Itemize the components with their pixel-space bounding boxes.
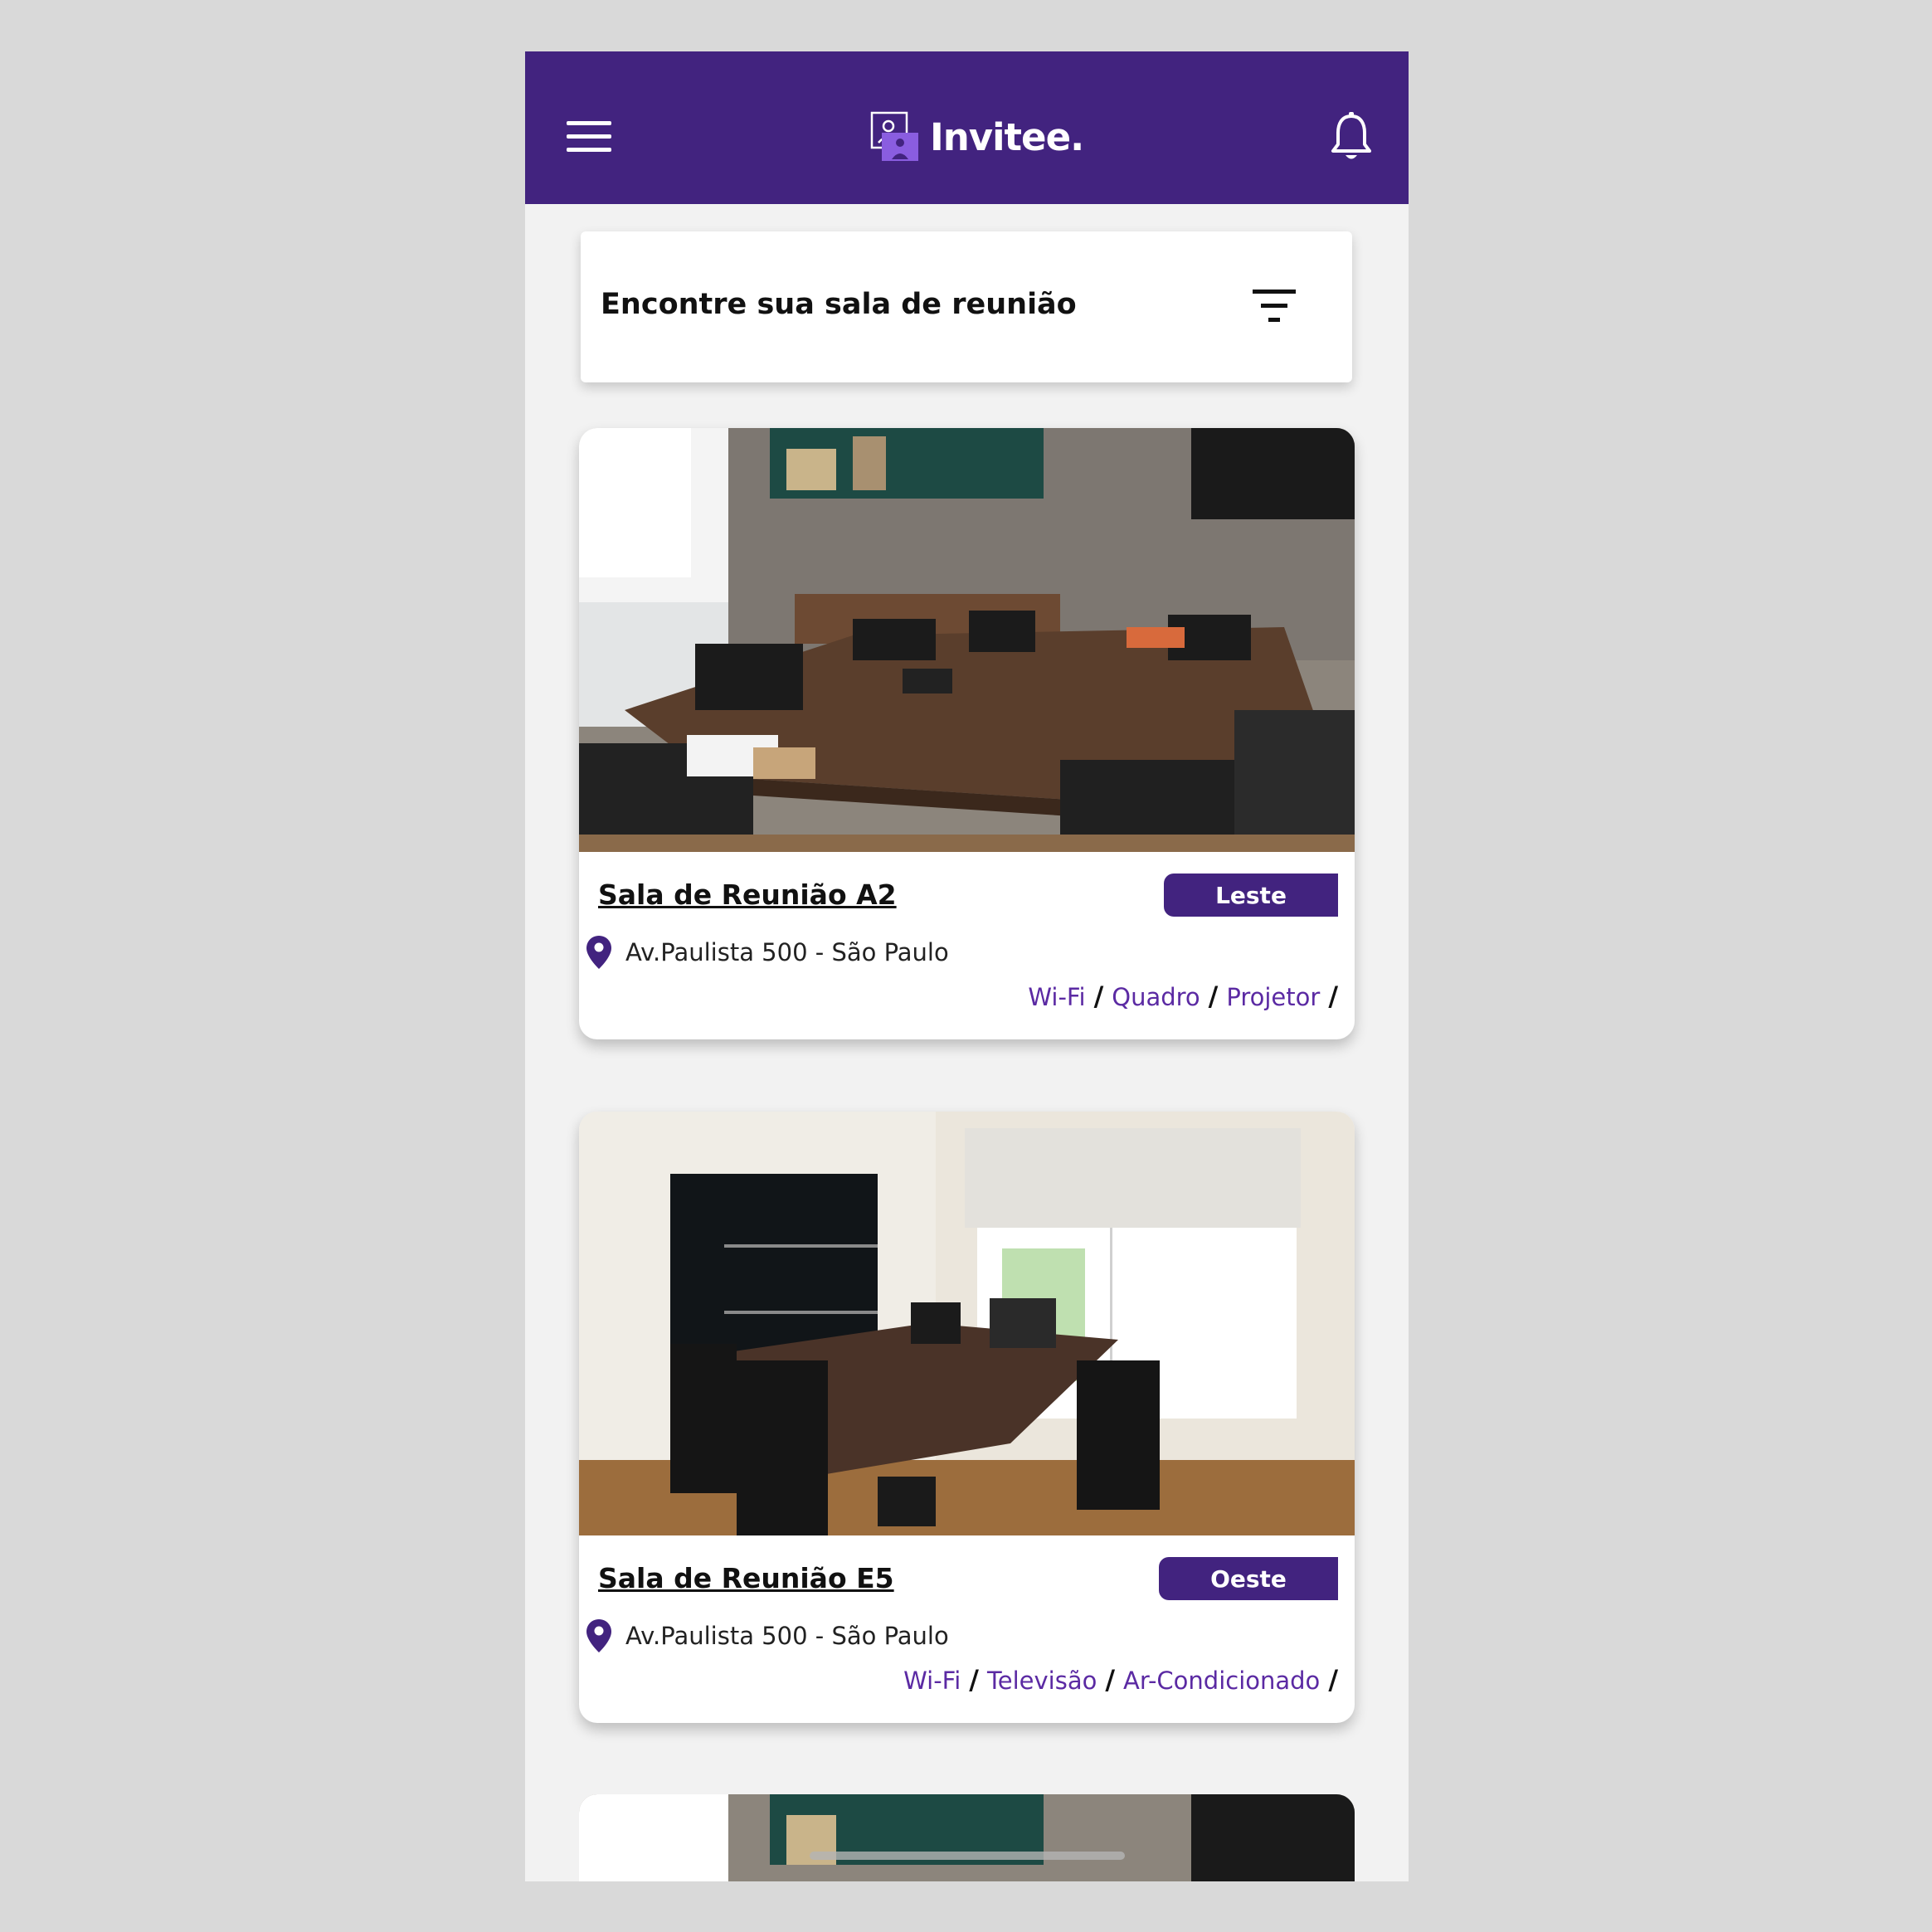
app-logo: Invitee. [870, 109, 1084, 164]
room-card[interactable]: Sala de Reunião A2 Leste Av.Paulista 500… [579, 428, 1355, 1039]
amenity-separator: / [1105, 1664, 1116, 1696]
amenity-separator: / [1328, 981, 1338, 1012]
amenities-list: Wi-Fi / Televisão / Ar-Condicionado / [903, 1664, 1346, 1696]
app-screen: Invitee. Encontre sua sala de reunião Sa… [525, 51, 1409, 1881]
amenity-ar-condicionado: Ar-Condicionado [1123, 1667, 1321, 1695]
search-card[interactable]: Encontre sua sala de reunião [581, 231, 1352, 382]
room-card-partial[interactable] [579, 1794, 1355, 1881]
region-badge: Leste [1164, 874, 1338, 917]
room-photo [579, 428, 1355, 852]
room-photo [579, 1794, 1355, 1881]
amenity-televisao: Televisão [986, 1667, 1097, 1695]
address-row: Av.Paulista 500 - São Paulo [586, 1618, 949, 1653]
amenity-wifi: Wi-Fi [1028, 983, 1086, 1011]
address-row: Av.Paulista 500 - São Paulo [586, 935, 949, 970]
search-title: Encontre sua sala de reunião [601, 288, 1077, 321]
room-address: Av.Paulista 500 - São Paulo [625, 1622, 949, 1650]
room-address: Av.Paulista 500 - São Paulo [625, 938, 949, 966]
amenity-separator: / [969, 1664, 979, 1696]
room-name[interactable]: Sala de Reunião E5 [598, 1562, 894, 1594]
amenity-projetor: Projetor [1226, 983, 1321, 1011]
amenity-separator: / [1093, 981, 1104, 1012]
room-name[interactable]: Sala de Reunião A2 [598, 878, 897, 911]
location-pin-icon [586, 936, 611, 969]
amenity-separator: / [1208, 981, 1219, 1012]
room-photo [579, 1112, 1355, 1535]
region-badge: Oeste [1159, 1557, 1338, 1600]
filter-icon[interactable] [1253, 290, 1299, 324]
hamburger-menu-icon[interactable] [567, 121, 611, 153]
home-indicator[interactable] [810, 1852, 1125, 1860]
amenities-list: Wi-Fi / Quadro / Projetor / [1028, 981, 1346, 1012]
location-pin-icon [586, 1619, 611, 1652]
room-card[interactable]: Sala de Reunião E5 Oeste Av.Paulista 500… [579, 1112, 1355, 1723]
amenity-quadro: Quadro [1112, 983, 1200, 1011]
app-name: Invitee. [930, 114, 1084, 159]
invitee-logo-icon [870, 111, 918, 161]
bell-icon[interactable] [1330, 111, 1373, 163]
amenity-separator: / [1328, 1664, 1338, 1696]
amenity-wifi: Wi-Fi [903, 1667, 961, 1695]
app-header: Invitee. [525, 51, 1409, 204]
